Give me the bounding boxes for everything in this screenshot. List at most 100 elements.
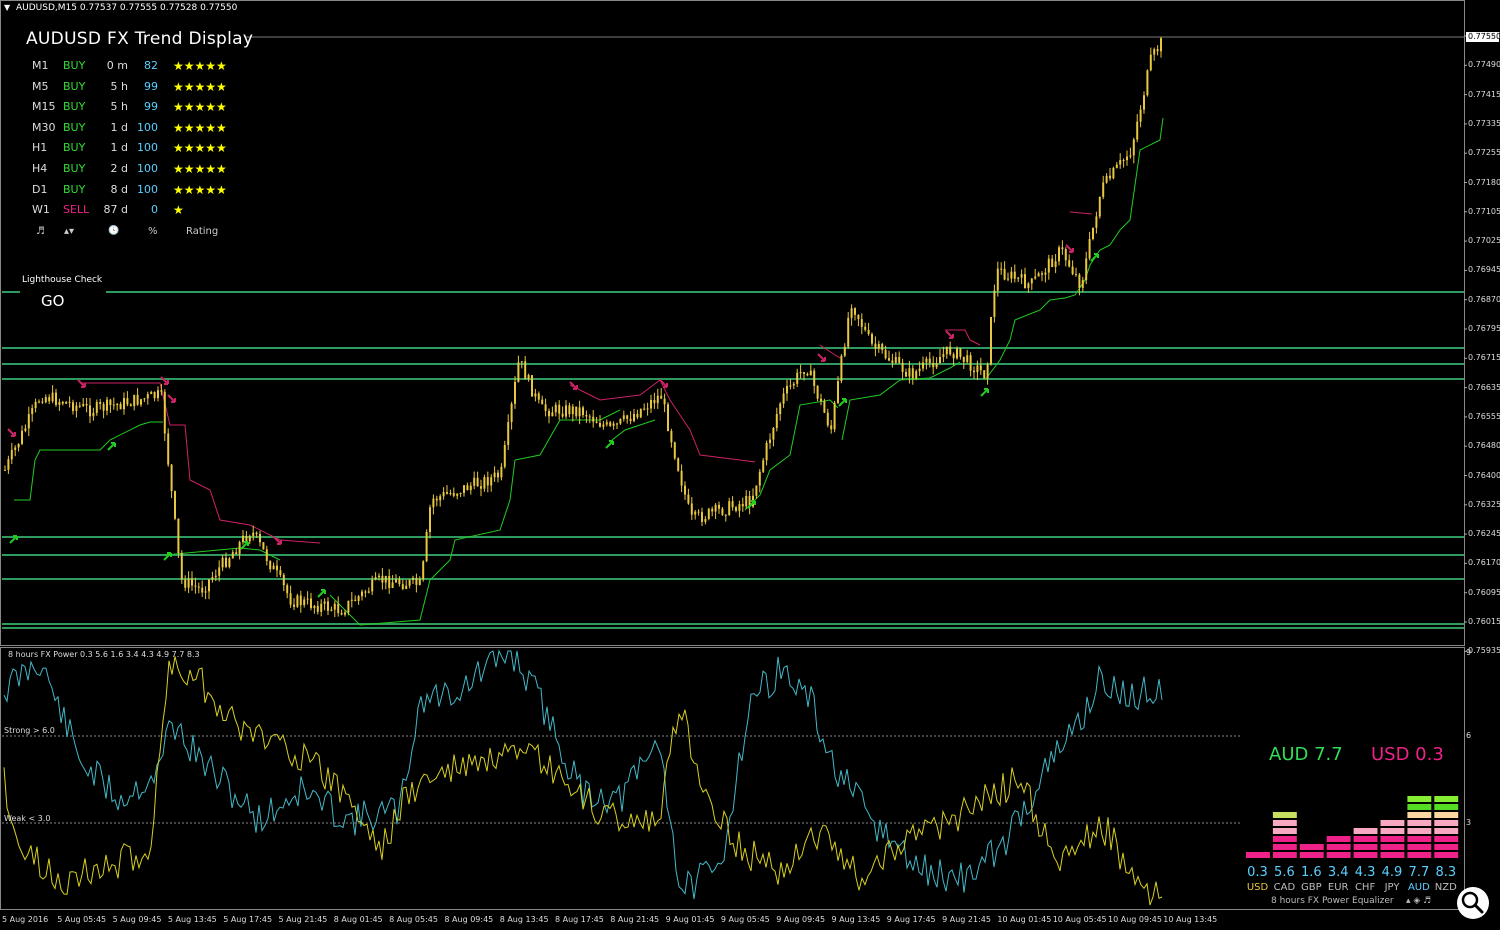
candle-body: [160, 390, 163, 392]
trend-row-m30[interactable]: M30 BUY 1 d 100 ★★★★★: [24, 121, 254, 141]
candle-body: [282, 574, 285, 586]
candle-body: [636, 413, 639, 418]
trend-row-w1[interactable]: W1 SELL 87 d 0 ★: [24, 203, 254, 223]
candle-body: [41, 401, 44, 403]
candle-body: [690, 503, 693, 515]
percent-header[interactable]: %: [148, 226, 158, 237]
equalizer-controls-icon[interactable]: ▴ ◈ ♬: [1406, 896, 1431, 906]
candle-body: [588, 416, 591, 418]
equalizer-currency[interactable]: USD: [1244, 882, 1271, 893]
trend-row-m5[interactable]: M5 BUY 5 h 99 ★★★★★: [24, 80, 254, 100]
equalizer-segment: [1353, 836, 1378, 842]
candle-body: [384, 575, 387, 583]
chart-menu-icon[interactable]: ▼: [4, 3, 10, 12]
lighthouse-go-button[interactable]: GO: [41, 292, 64, 310]
timeframe-label: M1: [32, 59, 49, 72]
trend-row-d1[interactable]: D1 BUY 8 d 100 ★★★★★: [24, 183, 254, 203]
candle-body: [551, 412, 554, 417]
quote-currency-strength: USD 0.3: [1371, 744, 1444, 765]
equalizer-currency[interactable]: JPY: [1379, 882, 1406, 893]
candle-body: [877, 343, 880, 349]
price-label: 0.76555: [1468, 411, 1500, 421]
time-label: 5 Aug 21:45: [278, 915, 328, 924]
candle-body: [969, 355, 972, 371]
candle-body: [1071, 266, 1074, 275]
candle-body: [1105, 175, 1108, 183]
base-currency-strength: AUD 7.7: [1269, 744, 1343, 765]
candle-body: [174, 491, 176, 519]
candle-body: [582, 407, 584, 415]
candle-body: [619, 418, 622, 424]
candle-body: [170, 464, 173, 492]
candle-body: [78, 405, 81, 407]
signal-label: BUY: [63, 120, 86, 134]
candle-body: [772, 428, 775, 440]
time-label: 10 Aug 09:45: [1108, 915, 1162, 924]
time-label: 9 Aug 17:45: [886, 915, 936, 924]
candle-body: [996, 268, 999, 291]
timeframe-label: M5: [32, 79, 49, 93]
candle-body: [629, 418, 632, 422]
price-label: 0.77335: [1468, 118, 1500, 128]
candle-body: [673, 442, 676, 459]
candle-body: [874, 343, 877, 349]
equalizer-currency[interactable]: CHF: [1352, 882, 1379, 893]
candle-body: [568, 405, 571, 415]
candle-body: [898, 356, 901, 363]
trend-row-m15[interactable]: M15 BUY 5 h 99 ★★★★★: [24, 100, 254, 120]
candle-body: [779, 403, 782, 415]
equalizer-currency[interactable]: NZD: [1432, 882, 1459, 893]
equalizer-currency[interactable]: GBP: [1298, 882, 1325, 893]
candle-body: [184, 579, 187, 588]
candle-body: [320, 603, 323, 612]
price-label: 0.76870: [1468, 294, 1500, 304]
candle-body: [881, 343, 884, 350]
equalizer-segment: [1434, 844, 1459, 850]
candle-body: [191, 578, 193, 586]
percent-value: 0: [151, 203, 158, 217]
candle-body: [388, 575, 391, 588]
trend-row-h4[interactable]: H4 BUY 2 d 100 ★★★★★: [24, 162, 254, 182]
candle-body: [330, 609, 333, 611]
candle-body: [820, 398, 822, 402]
candle-body: [218, 567, 221, 576]
candle-body: [262, 542, 265, 550]
equalizer-currency[interactable]: AUD: [1405, 882, 1432, 893]
candle-body: [333, 603, 336, 610]
candle-body: [1095, 216, 1098, 228]
trend-row-m1[interactable]: M1 BUY 0 m 82 ★★★★★: [24, 59, 254, 79]
resistance-trail: [569, 379, 756, 463]
candle-body: [1122, 160, 1125, 162]
rating-header[interactable]: Rating: [186, 226, 218, 237]
sort-arrows-icon[interactable]: ▴▾: [64, 226, 74, 237]
candle-body: [344, 612, 346, 615]
timeframe-label: H1: [32, 141, 48, 155]
candle-body: [728, 501, 731, 516]
sound-icon[interactable]: ♬: [36, 226, 45, 237]
candle-body: [1081, 280, 1084, 288]
equalizer-footer: 8 hours FX Power Equalizer: [1271, 896, 1394, 906]
candle-body: [252, 532, 255, 537]
trend-row-h1[interactable]: H1 BUY 1 d 100 ★★★★★: [24, 141, 254, 161]
clock-icon[interactable]: 🕓: [108, 226, 119, 236]
equalizer-segment: [1299, 852, 1324, 858]
candle-body: [626, 415, 629, 419]
candle-body: [14, 447, 17, 450]
equalizer-segment: [1272, 844, 1297, 850]
candle-body: [242, 535, 244, 543]
equalizer-currency[interactable]: EUR: [1325, 882, 1352, 893]
equalizer-value: 1.6: [1300, 865, 1322, 880]
equalizer-segment: [1272, 852, 1297, 858]
candle-body: [983, 370, 986, 379]
candle-body: [575, 406, 578, 417]
candle-body: [830, 425, 833, 430]
candle-body: [398, 579, 401, 585]
candle-body: [531, 375, 533, 397]
buy-arrow-icon: [317, 589, 326, 598]
candle-body: [391, 582, 394, 588]
time-label: 8 Aug 21:45: [610, 915, 660, 924]
candle-body: [415, 577, 418, 585]
candle-body: [813, 370, 816, 386]
zoom-button[interactable]: [1457, 887, 1489, 919]
equalizer-currency[interactable]: CAD: [1271, 882, 1298, 893]
